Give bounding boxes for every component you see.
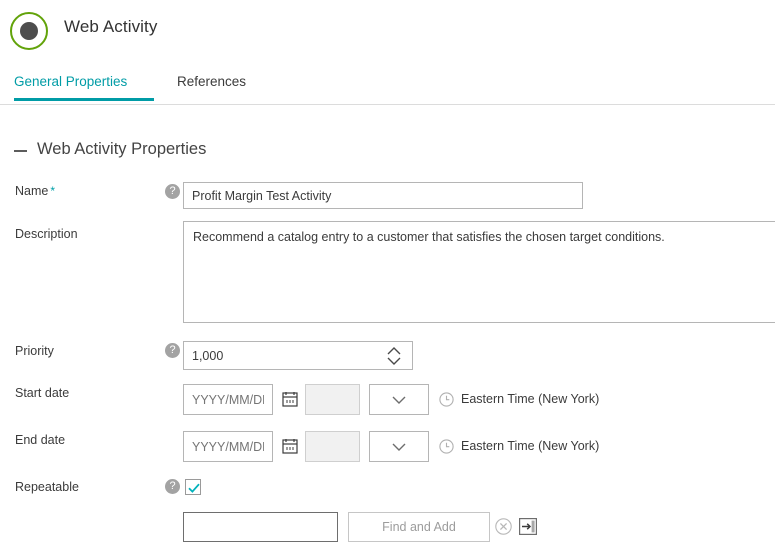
start-timezone-text: Eastern Time (New York) [461,392,599,406]
name-label: Name* [15,184,55,198]
up-down-spinner-icon[interactable] [384,345,404,367]
chevron-down-icon [392,396,406,405]
find-and-add-input[interactable] [183,512,338,542]
checkmark-icon [187,481,201,495]
minus-icon [14,150,27,152]
priority-input[interactable] [184,342,379,369]
tab-bar-divider [0,104,775,105]
activity-status-dot [20,22,38,40]
tab-bar: General Properties References [0,68,775,104]
tab-general-properties[interactable]: General Properties [14,68,127,99]
tab-references[interactable]: References [177,68,246,99]
end-time-input[interactable] [305,431,360,462]
chevron-down-icon [392,443,406,452]
help-icon-priority[interactable]: ? [165,343,180,358]
calendar-icon[interactable] [279,384,301,415]
repeatable-label: Repeatable [15,480,79,494]
page-title: Web Activity [64,17,157,37]
clock-icon [439,439,454,454]
insert-to-panel-icon[interactable] [519,518,537,535]
help-icon-name[interactable]: ? [165,184,180,199]
help-icon-repeatable[interactable]: ? [165,479,180,494]
required-asterisk: * [50,184,55,198]
start-date-input[interactable] [183,384,273,415]
end-date-input[interactable] [183,431,273,462]
activity-status-circle-icon [10,12,48,50]
end-timezone-select[interactable] [369,431,429,462]
start-time-input[interactable] [305,384,360,415]
start-timezone-select[interactable] [369,384,429,415]
find-and-add-button[interactable]: Find and Add [348,512,490,542]
clear-circle-icon[interactable] [495,518,512,535]
calendar-icon[interactable] [279,431,301,462]
activity-header: Web Activity [0,0,775,62]
priority-label: Priority [15,344,54,358]
clock-icon [439,392,454,407]
start-date-label: Start date [15,386,69,400]
repeatable-checkbox[interactable] [185,479,201,495]
name-input[interactable] [183,182,583,209]
section-header-web-activity-properties[interactable]: Web Activity Properties [14,140,206,159]
description-label: Description [15,227,78,241]
section-title: Web Activity Properties [37,140,206,159]
description-textarea[interactable] [183,221,775,323]
priority-stepper [183,341,413,370]
end-date-label: End date [15,433,65,447]
end-timezone-text: Eastern Time (New York) [461,439,599,453]
active-tab-indicator [14,98,154,101]
